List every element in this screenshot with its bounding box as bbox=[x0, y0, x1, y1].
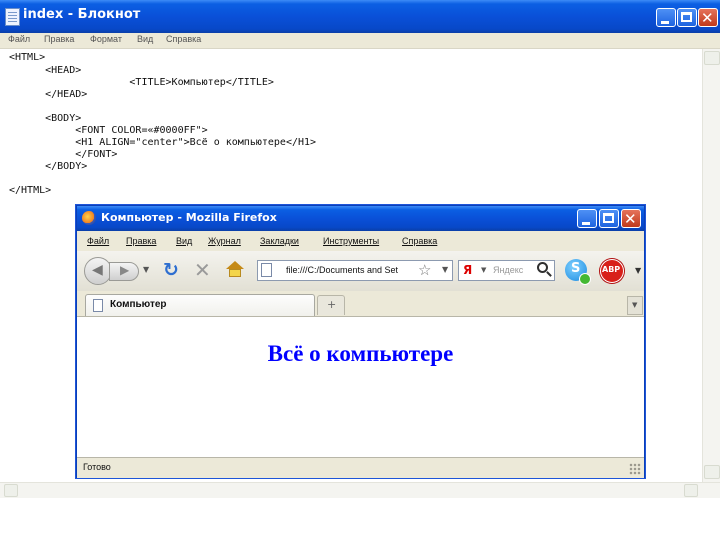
plus-icon: + bbox=[327, 298, 337, 311]
firefox-menu-bookmarks[interactable]: Закладки bbox=[260, 236, 299, 246]
minimize-icon bbox=[582, 222, 590, 225]
firefox-menu-history[interactable]: Журнал bbox=[208, 236, 241, 246]
notepad-menu-help[interactable]: Справка bbox=[166, 34, 201, 44]
notepad-app-icon bbox=[5, 8, 20, 26]
magnifier-icon[interactable] bbox=[537, 262, 548, 273]
toolbar-overflow-icon[interactable]: ▼ bbox=[635, 266, 641, 275]
scroll-left-button[interactable] bbox=[4, 484, 18, 497]
address-bar[interactable]: file:///C:/Documents and Set ☆ ▼ bbox=[257, 260, 453, 281]
history-dropdown-icon[interactable]: ▼ bbox=[143, 265, 149, 274]
firefox-menu-edit[interactable]: Правка bbox=[126, 236, 156, 246]
close-icon: ✕ bbox=[701, 9, 714, 27]
firefox-menu-file[interactable]: Файл bbox=[87, 236, 109, 246]
search-engine-dropdown-icon[interactable]: ▼ bbox=[481, 266, 486, 274]
search-box[interactable]: Я ▼ Яндекс bbox=[458, 260, 555, 281]
status-text: Готово bbox=[83, 462, 111, 472]
code-line: <BODY> bbox=[9, 113, 82, 124]
code-line: <H1 ALIGN="center">Всё о компьютере</H1> bbox=[9, 137, 317, 148]
firefox-menubar: Файл Правка Вид Журнал Закладки Инструме… bbox=[77, 231, 644, 251]
notepad-menu-file[interactable]: Файл bbox=[8, 34, 30, 44]
scroll-down-button[interactable] bbox=[704, 465, 720, 479]
code-line: <FONT COLOR=«#0000FF"> bbox=[9, 125, 208, 136]
adblock-plus-button[interactable]: ABP bbox=[600, 259, 624, 283]
firefox-minimize-button[interactable] bbox=[577, 209, 597, 228]
skype-status-icon bbox=[579, 273, 591, 285]
firefox-maximize-button[interactable] bbox=[599, 209, 619, 228]
page-content: Всё о компьютере bbox=[77, 317, 644, 456]
status-bar: Готово bbox=[77, 457, 644, 478]
tab-list-button[interactable]: ▼ bbox=[627, 296, 643, 315]
resize-grip-icon[interactable] bbox=[629, 463, 641, 475]
scroll-right-button[interactable] bbox=[684, 484, 698, 497]
firefox-menu-tools[interactable]: Инструменты bbox=[323, 236, 379, 246]
tab-label: Компьютер bbox=[110, 299, 167, 310]
home-body bbox=[229, 269, 241, 277]
back-arrow-icon: ◀ bbox=[92, 262, 103, 278]
home-roof bbox=[226, 261, 244, 269]
code-line: </FONT> bbox=[9, 149, 118, 160]
tab-computer[interactable]: Компьютер bbox=[85, 294, 315, 316]
star-icon[interactable]: ☆ bbox=[418, 261, 431, 279]
home-icon[interactable] bbox=[226, 261, 244, 278]
code-line: <HTML> bbox=[9, 52, 46, 63]
notepad-close-button[interactable]: ✕ bbox=[698, 8, 718, 27]
address-text: file:///C:/Documents and Set bbox=[286, 265, 399, 275]
firefox-titlebar[interactable]: Компьютер - Mozilla Firefox ✕ bbox=[77, 206, 644, 231]
address-dropdown-icon[interactable]: ▼ bbox=[442, 265, 448, 274]
code-line: </BODY> bbox=[9, 161, 88, 172]
skype-icon: S bbox=[571, 261, 581, 276]
notepad-minimize-button[interactable] bbox=[656, 8, 676, 27]
tab-page-icon bbox=[93, 299, 103, 312]
minimize-icon bbox=[661, 21, 669, 24]
stop-icon[interactable]: ✕ bbox=[194, 258, 211, 282]
notepad-menu-format[interactable]: Формат bbox=[90, 34, 122, 44]
firefox-menu-view[interactable]: Вид bbox=[176, 236, 192, 246]
code-line: </HTML> bbox=[9, 185, 52, 196]
chevron-down-icon: ▼ bbox=[632, 301, 638, 309]
firefox-close-button[interactable]: ✕ bbox=[621, 209, 641, 228]
notepad-menu-view[interactable]: Вид bbox=[137, 34, 153, 44]
page-heading: Всё о компьютере bbox=[267, 341, 454, 366]
notepad-menubar: Файл Правка Формат Вид Справка bbox=[0, 33, 720, 49]
maximize-icon bbox=[681, 12, 692, 22]
firefox-window: Компьютер - Mozilla Firefox ✕ Файл Правк… bbox=[76, 205, 645, 478]
firefox-window-title: Компьютер - Mozilla Firefox bbox=[101, 211, 277, 224]
reload-icon[interactable]: ↻ bbox=[163, 259, 179, 281]
new-tab-button[interactable]: + bbox=[317, 295, 345, 315]
firefox-menu-help[interactable]: Справка bbox=[402, 236, 437, 246]
search-placeholder: Яндекс bbox=[493, 265, 524, 275]
code-line: <TITLE>Компьютер</TITLE> bbox=[9, 77, 274, 88]
scroll-up-button[interactable] bbox=[704, 51, 720, 65]
notepad-vertical-scrollbar[interactable] bbox=[702, 49, 720, 482]
close-icon: ✕ bbox=[624, 210, 637, 228]
back-button[interactable]: ◀ bbox=[84, 257, 112, 285]
notepad-horizontal-scrollbar[interactable] bbox=[0, 482, 720, 498]
abp-icon: ABP bbox=[602, 265, 621, 274]
skype-addon-button[interactable]: S bbox=[565, 259, 591, 285]
notepad-window-title: index - Блокнот bbox=[23, 7, 141, 22]
notepad-maximize-button[interactable] bbox=[677, 8, 697, 27]
notepad-titlebar[interactable]: index - Блокнот ✕ bbox=[0, 0, 720, 33]
firefox-navigation-toolbar: ◀ ▶ ▼ ↻ ✕ file:///C:/Documents and Set ☆… bbox=[77, 251, 644, 292]
firefox-logo-icon bbox=[82, 211, 96, 225]
notepad-menu-edit[interactable]: Правка bbox=[44, 34, 74, 44]
maximize-icon bbox=[603, 213, 614, 223]
code-line: <HEAD> bbox=[9, 65, 82, 76]
forward-arrow-icon: ▶ bbox=[120, 263, 130, 277]
firefox-tab-bar: Компьютер + ▼ bbox=[77, 291, 644, 317]
code-line: </HEAD> bbox=[9, 89, 88, 100]
forward-button[interactable]: ▶ bbox=[109, 262, 139, 281]
yandex-engine-icon[interactable]: Я bbox=[463, 263, 472, 277]
page-file-icon bbox=[261, 263, 272, 277]
